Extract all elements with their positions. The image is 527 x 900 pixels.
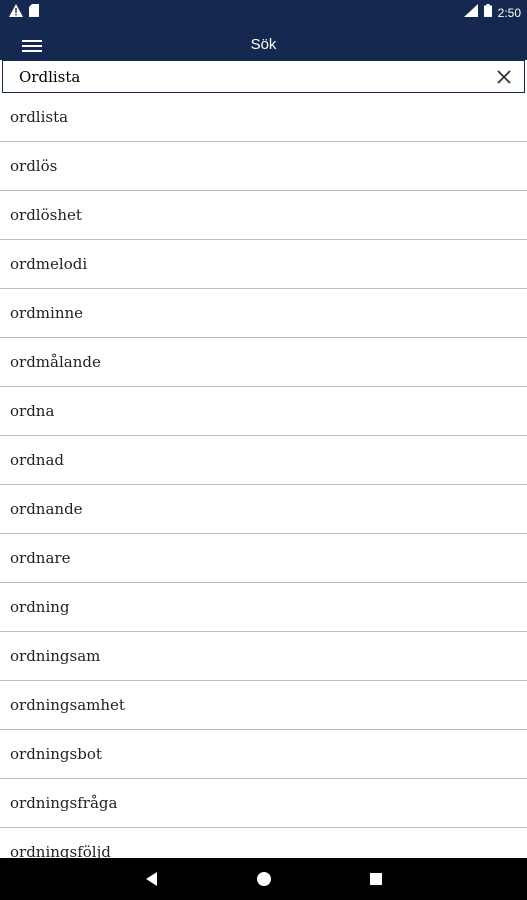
list-item[interactable]: ordmålande — [0, 338, 527, 387]
list-item-label: ordningsföljd — [10, 843, 111, 858]
clear-search-button[interactable] — [484, 61, 524, 92]
status-left-icons — [9, 4, 39, 22]
list-item-label: ordna — [10, 402, 55, 420]
navigation-bar — [0, 858, 527, 900]
signal-icon — [463, 4, 478, 22]
app-bar: Sök — [0, 24, 527, 60]
list-item-label: ordlista — [10, 108, 69, 126]
list-item[interactable]: ordningsföljd — [0, 828, 527, 858]
list-item[interactable]: ordningsfråga — [0, 779, 527, 828]
back-icon[interactable] — [142, 869, 162, 889]
page-title: Sök — [250, 36, 277, 53]
list-item-label: ordningsbot — [10, 745, 102, 763]
list-item-label: ordningsamhet — [10, 696, 125, 714]
list-item[interactable]: ordningsamhet — [0, 681, 527, 730]
list-item[interactable]: ordlista — [0, 93, 527, 142]
recents-icon[interactable] — [366, 869, 386, 889]
list-item[interactable]: ordnad — [0, 436, 527, 485]
status-right-icons: 2:50 — [463, 4, 521, 22]
word-list: ordlista ordlös ordlöshet ordmelodi ordminne… — [0, 93, 527, 858]
list-item[interactable]: ordningsbot — [0, 730, 527, 779]
list-item-label: ordnare — [10, 549, 71, 567]
list-item[interactable]: ordminne — [0, 289, 527, 338]
list-item-label: ordningsfråga — [10, 794, 118, 812]
list-item[interactable]: ordna — [0, 387, 527, 436]
status-bar: 2:50 — [0, 0, 527, 24]
battery-icon — [483, 4, 492, 22]
list-item-label: ordminne — [10, 304, 84, 322]
list-item-label: ordlös — [10, 157, 58, 175]
list-item[interactable]: ordningsam — [0, 632, 527, 681]
sd-card-icon — [29, 4, 39, 22]
close-icon — [497, 69, 511, 84]
list-item[interactable]: ordmelodi — [0, 240, 527, 289]
list-item[interactable]: ordlös — [0, 142, 527, 191]
list-item-label: ordlöshet — [10, 206, 82, 224]
list-item-label: ordnande — [10, 500, 83, 518]
list-item[interactable]: ordlöshet — [0, 191, 527, 240]
list-item-label: ordning — [10, 598, 70, 616]
search-bar — [2, 60, 525, 93]
search-input[interactable] — [17, 63, 484, 90]
list-item-label: ordmelodi — [10, 255, 88, 273]
warning-icon — [9, 4, 23, 22]
list-item[interactable]: ordnare — [0, 534, 527, 583]
list-item[interactable]: ordning — [0, 583, 527, 632]
status-time: 2:50 — [497, 6, 521, 20]
list-item-label: ordningsam — [10, 647, 101, 665]
list-item[interactable]: ordnande — [0, 485, 527, 534]
home-icon[interactable] — [254, 869, 274, 889]
list-item-label: ordmålande — [10, 353, 101, 371]
list-item-label: ordnad — [10, 451, 65, 469]
